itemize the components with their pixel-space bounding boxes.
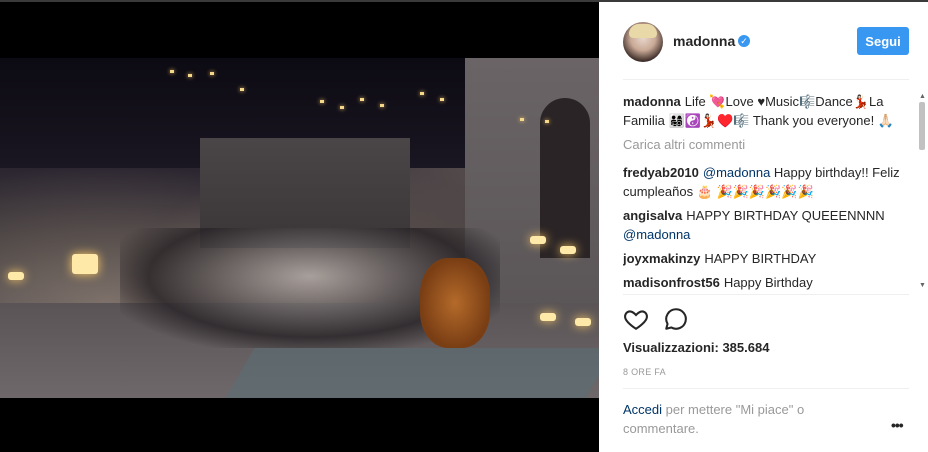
comment-text: HAPPY BIRTHDAY bbox=[704, 251, 817, 266]
heart-icon[interactable] bbox=[623, 306, 649, 332]
list-item: madisonfrost56 Happy Birthday bbox=[623, 273, 903, 292]
comment-mention[interactable]: @madonna bbox=[623, 227, 690, 242]
footer-divider bbox=[623, 388, 909, 389]
candle-lights bbox=[0, 58, 599, 398]
comment-mention[interactable]: @madonna bbox=[703, 165, 770, 180]
header-divider bbox=[623, 79, 909, 80]
comments-list: madonna Life 💘Love ♥Music🎼Dance💃🏻La Famil… bbox=[623, 92, 903, 294]
scrollbar-thumb[interactable] bbox=[919, 102, 925, 150]
avatar[interactable] bbox=[623, 22, 663, 62]
username[interactable]: madonna bbox=[673, 33, 735, 49]
comment-author[interactable]: fredyab2010 bbox=[623, 165, 699, 180]
login-link[interactable]: Accedi bbox=[623, 402, 662, 417]
load-more-comments[interactable]: Carica altri commenti bbox=[623, 135, 903, 154]
list-item: joyxmakinzy HAPPY BIRTHDAY bbox=[623, 249, 903, 268]
comment-text: HAPPY BIRTHDAY QUEEENNNN bbox=[686, 208, 885, 223]
list-item: angisalva HAPPY BIRTHDAY QUEEENNNN @madon… bbox=[623, 206, 903, 244]
comment-text: Happy Birthday bbox=[723, 275, 813, 290]
scroll-up-arrow-icon[interactable]: ▲ bbox=[919, 93, 926, 100]
more-options-icon[interactable]: ••• bbox=[891, 417, 904, 433]
comment-author[interactable]: joyxmakinzy bbox=[623, 251, 700, 266]
list-item: fredyab2010 @madonna Happy birthday!! Fel… bbox=[623, 163, 903, 201]
views-count: Visualizzazioni: 385.684 bbox=[623, 340, 770, 355]
verified-badge-icon: ✓ bbox=[738, 35, 750, 47]
follow-button[interactable]: Segui bbox=[857, 27, 909, 55]
comment-bubble-icon[interactable] bbox=[663, 306, 689, 332]
comment-author[interactable]: angisalva bbox=[623, 208, 682, 223]
comment-author[interactable]: madisonfrost56 bbox=[623, 275, 720, 290]
post-sidebar: madonna ✓ Segui madonna Life 💘Love ♥Music… bbox=[599, 2, 928, 452]
media-area bbox=[0, 2, 599, 452]
scroll-down-arrow-icon[interactable]: ▼ bbox=[919, 282, 926, 289]
comment-author[interactable]: madonna bbox=[623, 94, 681, 109]
actions-divider bbox=[623, 294, 909, 295]
caption: madonna Life 💘Love ♥Music🎼Dance💃🏻La Famil… bbox=[623, 92, 903, 130]
video-player[interactable] bbox=[0, 58, 599, 398]
post-timestamp[interactable]: 8 ORE FA bbox=[623, 367, 666, 377]
login-prompt: Accedi per mettere "Mi piace" o commenta… bbox=[623, 400, 863, 438]
post-header: madonna ✓ Segui bbox=[599, 2, 928, 80]
